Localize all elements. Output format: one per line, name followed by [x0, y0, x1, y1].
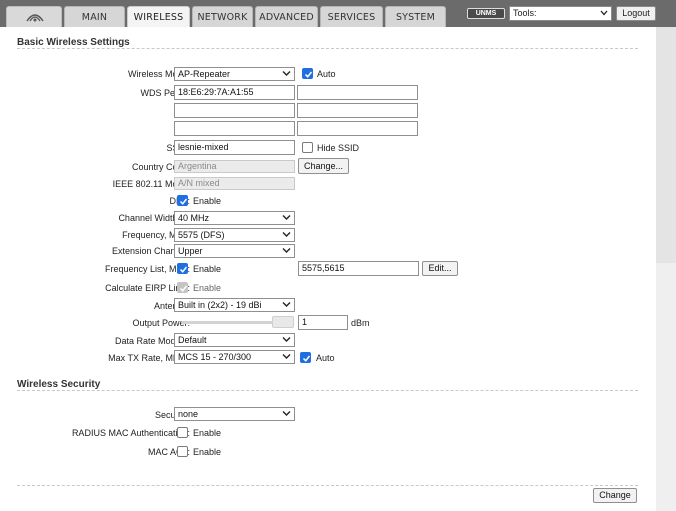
channel-width-value: 40 MHz: [178, 213, 210, 223]
checkmark-icon: [302, 355, 311, 362]
tools-select-value: Tools:: [513, 8, 537, 18]
footer-divider: [17, 485, 638, 486]
tab-main[interactable]: MAIN: [64, 6, 125, 27]
section-title-basic-wireless: Basic Wireless Settings: [17, 37, 130, 48]
radius-mac-auth-checkbox[interactable]: [177, 427, 188, 438]
chevron-down-icon: [600, 10, 608, 16]
tab-system[interactable]: SYSTEM: [385, 6, 446, 27]
security-value: none: [178, 409, 199, 419]
channel-width-label-text: Channel Width:: [118, 213, 180, 223]
chevron-down-icon: [282, 248, 291, 253]
radius-mac-auth-enable-label: Enable: [193, 428, 222, 438]
chevron-down-icon: [282, 71, 291, 76]
section-divider: [17, 48, 638, 49]
checkmark-icon: [179, 285, 188, 292]
dfs-enable-label: Enable: [193, 196, 222, 206]
checkmark-icon: [304, 71, 313, 78]
antenna-select[interactable]: Built in (2x2) - 19 dBi: [174, 298, 295, 312]
radius-mac-auth-label: RADIUS MAC Authentication:: [71, 428, 190, 438]
section-divider: [17, 390, 638, 391]
wds-peer-2-input[interactable]: [297, 85, 418, 100]
wds-peer-5-input[interactable]: [174, 121, 295, 136]
checkmark-icon: [179, 198, 188, 205]
tab-wireless[interactable]: WIRELESS: [127, 6, 190, 28]
extension-channel-select[interactable]: Upper: [174, 244, 295, 258]
antenna-value: Built in (2x2) - 19 dBi: [178, 300, 262, 310]
data-rate-module-select[interactable]: Default: [174, 333, 295, 347]
chevron-down-icon: [282, 411, 291, 416]
country-code-field: Argentina: [174, 160, 295, 173]
ubiquiti-logo[interactable]: [6, 6, 62, 27]
security-select[interactable]: none: [174, 407, 295, 421]
frequency-list-enable-checkbox[interactable]: [177, 263, 188, 274]
wireless-mode-auto-label: Auto: [317, 69, 336, 79]
unms-badge[interactable]: UNMS: [467, 8, 505, 19]
wds-peer-3-input[interactable]: [174, 103, 295, 118]
max-tx-rate-value: MCS 15 - 270/300: [178, 352, 252, 362]
wds-peer-6-input[interactable]: [297, 121, 418, 136]
frequency-list-input[interactable]: 5575,5615: [298, 261, 419, 276]
frequency-select[interactable]: 5575 (DFS): [174, 228, 295, 242]
mac-acl-checkbox[interactable]: [177, 446, 188, 457]
hide-ssid-label: Hide SSID: [317, 143, 360, 153]
frequency-value: 5575 (DFS): [178, 230, 225, 240]
data-rate-module-value: Default: [178, 335, 207, 345]
mac-acl-enable-label: Enable: [193, 447, 222, 457]
right-gutter: [656, 27, 676, 511]
dfs-enable-checkbox[interactable]: [177, 195, 188, 206]
max-tx-rate-auto-label: Auto: [316, 353, 335, 363]
output-power-input[interactable]: 1: [298, 315, 348, 330]
wds-peer-4-input[interactable]: [297, 103, 418, 118]
wireless-mode-value: AP-Repeater: [178, 69, 231, 79]
ssid-input[interactable]: lesnie-mixed: [174, 140, 295, 155]
checkmark-icon: [179, 266, 188, 273]
frequency-list-edit-button[interactable]: Edit...: [422, 261, 458, 276]
top-navigation-bar: MAIN WIRELESS NETWORK ADVANCED SERVICES …: [0, 0, 676, 28]
tab-network[interactable]: NETWORK: [192, 6, 253, 27]
logout-button[interactable]: Logout: [616, 6, 656, 21]
chevron-down-icon: [282, 215, 291, 220]
max-tx-rate-auto-checkbox[interactable]: [300, 352, 311, 363]
change-button[interactable]: Change: [593, 488, 637, 503]
hide-ssid-checkbox[interactable]: [302, 142, 313, 153]
eirp-enable-checkbox: [177, 282, 188, 293]
chevron-down-icon: [282, 354, 291, 359]
country-change-button[interactable]: Change...: [298, 158, 349, 174]
tab-advanced[interactable]: ADVANCED: [255, 6, 318, 27]
chevron-down-icon: [282, 232, 291, 237]
tools-select[interactable]: Tools:: [509, 6, 612, 21]
tab-services[interactable]: SERVICES: [320, 6, 383, 27]
wds-peer-1-input[interactable]: 18:E6:29:7A:A1:55: [174, 85, 295, 100]
chevron-down-icon: [282, 302, 291, 307]
extension-channel-value: Upper: [178, 246, 203, 256]
eirp-enable-label: Enable: [193, 283, 222, 293]
section-title-wireless-security: Wireless Security: [17, 379, 101, 390]
max-tx-rate-select[interactable]: MCS 15 - 270/300: [174, 350, 295, 364]
ubiquiti-logo-icon: [26, 14, 44, 22]
frequency-list-enable-label: Enable: [193, 264, 222, 274]
channel-width-select[interactable]: 40 MHz: [174, 211, 295, 225]
ieee-mode-field: A/N mixed: [174, 177, 295, 190]
chevron-down-icon: [282, 337, 291, 342]
wireless-mode-select[interactable]: AP-Repeater: [174, 67, 295, 81]
output-power-unit: dBm: [351, 318, 370, 328]
output-power-slider-handle[interactable]: [272, 316, 294, 328]
wireless-mode-auto-checkbox[interactable]: [302, 68, 313, 79]
